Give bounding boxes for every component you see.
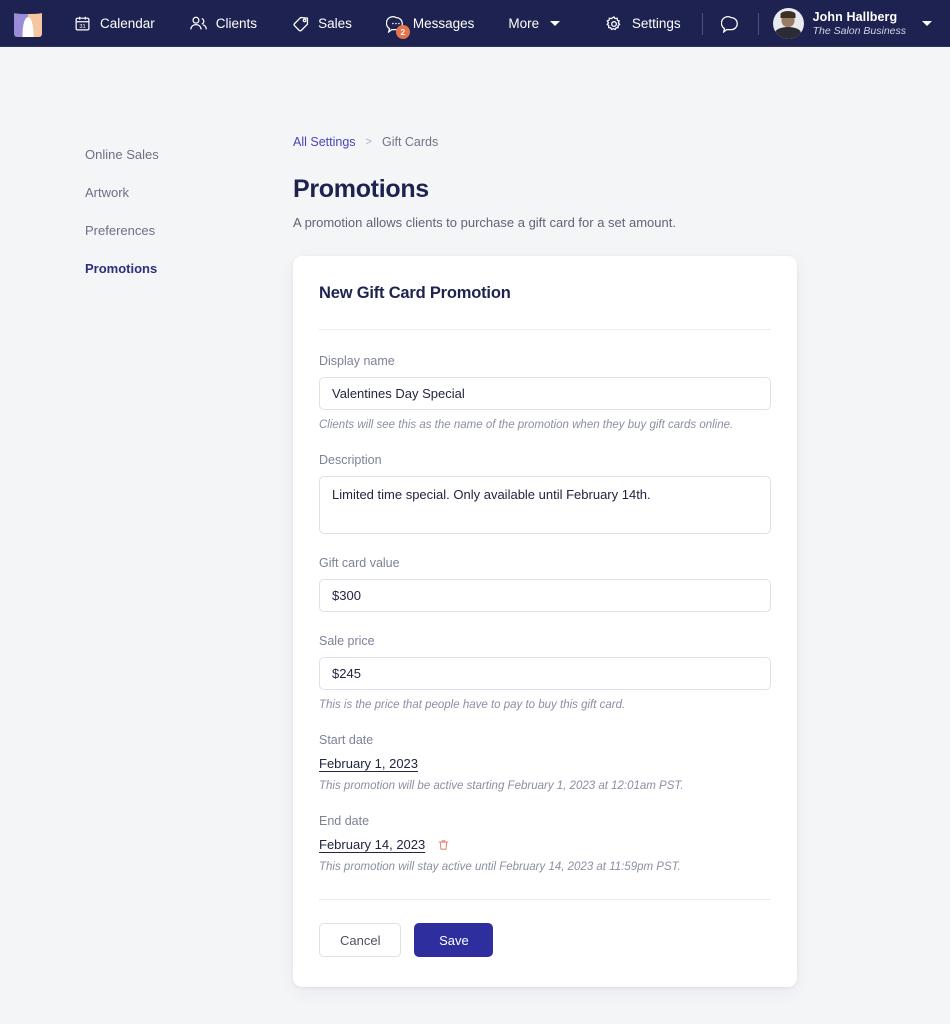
new-gift-card-promotion-card: New Gift Card Promotion Display name Cli…	[293, 256, 797, 987]
display-name-label: Display name	[319, 354, 395, 368]
clients-icon	[189, 14, 208, 33]
profile-user-name: John Hallberg	[812, 10, 898, 25]
nav-item-calendar-label: Calendar	[100, 16, 155, 31]
sale-price-help: This is the price that people have to pa…	[319, 699, 626, 711]
end-date-label: End date	[319, 814, 370, 828]
sale-price-input[interactable]	[319, 657, 771, 690]
nav-divider-right	[757, 12, 759, 35]
main-content: All Settings > Gift Cards Promotions A p…	[293, 47, 950, 987]
field-description: Description	[319, 453, 771, 534]
sidebar-item-label: Preferences	[85, 222, 156, 238]
chat-bubble-icon: 2	[385, 14, 410, 39]
nav-item-settings-label: Settings	[631, 16, 681, 31]
help-chat-button[interactable]	[707, 0, 754, 47]
nav-item-more-label: More	[508, 16, 540, 31]
settings-sidebar: Online Sales Artwork Preferences Promoti…	[0, 47, 293, 987]
card-actions: Cancel Save	[319, 899, 771, 957]
field-sale-price: Sale price This is the price that people…	[319, 634, 771, 711]
end-date-help: This promotion will stay active until Fe…	[319, 861, 681, 873]
nav-item-settings[interactable]: Settings	[588, 0, 698, 47]
nav-item-calendar[interactable]: 31 Calendar	[56, 0, 172, 47]
nav-item-more[interactable]: More	[491, 0, 577, 47]
sidebar-item-label: Artwork	[85, 184, 130, 200]
nav-item-messages-label: Messages	[412, 16, 475, 31]
top-navigation-bar: 31 Calendar Clients Sales 2 Messages Mor…	[0, 0, 950, 47]
sidebar-item-artwork[interactable]: Artwork	[0, 173, 293, 211]
page-body: Online Sales Artwork Preferences Promoti…	[0, 47, 950, 987]
tag-icon	[291, 14, 310, 33]
field-gift-card-value: Gift card value	[319, 556, 771, 612]
start-date-value[interactable]: February 1, 2023	[319, 756, 418, 771]
page-subtitle: A promotion allows clients to purchase a…	[293, 215, 676, 230]
sidebar-item-preferences[interactable]: Preferences	[0, 211, 293, 249]
breadcrumb: All Settings > Gift Cards	[293, 135, 797, 149]
nav-item-clients-label: Clients	[215, 16, 258, 31]
avatar	[772, 8, 804, 39]
messages-unread-badge: 2	[395, 25, 410, 39]
profile-business-name: The Salon Business	[812, 24, 906, 37]
sale-price-label: Sale price	[319, 634, 375, 648]
mangomint-logo	[14, 10, 42, 37]
page-title: Promotions	[293, 175, 429, 203]
description-label: Description	[319, 453, 382, 467]
nav-item-messages[interactable]: 2 Messages	[369, 0, 492, 47]
display-name-input[interactable]	[319, 377, 771, 410]
primary-nav-items: 31 Calendar Clients Sales 2 Messages Mor…	[56, 0, 577, 47]
sidebar-item-label: Online Sales	[85, 146, 159, 162]
cancel-button[interactable]: Cancel	[319, 923, 402, 957]
chevron-right-icon: >	[365, 136, 372, 148]
start-date-label: Start date	[319, 733, 374, 747]
calendar-icon: 31	[73, 14, 92, 33]
svg-text:31: 31	[79, 24, 85, 30]
end-date-value[interactable]: February 14, 2023	[319, 837, 425, 852]
chevron-down-icon	[550, 21, 561, 26]
remove-end-date-button[interactable]	[437, 838, 450, 852]
gear-icon	[605, 14, 624, 33]
nav-item-clients[interactable]: Clients	[172, 0, 274, 47]
sidebar-item-label: Promotions	[85, 260, 158, 276]
gift-card-value-label: Gift card value	[319, 556, 400, 570]
chat-icon	[720, 14, 740, 33]
nav-item-sales-label: Sales	[318, 16, 352, 31]
app-logo[interactable]	[0, 10, 56, 37]
breadcrumb-current: Gift Cards	[381, 135, 439, 149]
trash-icon	[437, 838, 450, 852]
gift-card-value-input[interactable]	[319, 579, 771, 612]
card-title: New Gift Card Promotion	[319, 284, 771, 330]
save-button[interactable]: Save	[414, 923, 494, 957]
user-profile-menu[interactable]: John Hallberg The Salon Business	[763, 8, 936, 39]
breadcrumb-all-settings[interactable]: All Settings	[293, 135, 356, 149]
display-name-help: Clients will see this as the name of the…	[319, 419, 734, 431]
description-textarea[interactable]	[319, 476, 771, 534]
sidebar-item-promotions[interactable]: Promotions	[0, 249, 293, 287]
nav-item-sales[interactable]: Sales	[274, 0, 369, 47]
chevron-down-icon	[922, 21, 932, 26]
nav-divider-left	[701, 12, 703, 35]
field-display-name: Display name Clients will see this as th…	[319, 354, 771, 431]
field-start-date: Start date February 1, 2023 This promoti…	[319, 733, 771, 792]
sidebar-item-online-sales[interactable]: Online Sales	[0, 135, 293, 173]
start-date-help: This promotion will be active starting F…	[319, 780, 684, 792]
field-end-date: End date February 14, 2023 This promotio…	[319, 814, 771, 873]
